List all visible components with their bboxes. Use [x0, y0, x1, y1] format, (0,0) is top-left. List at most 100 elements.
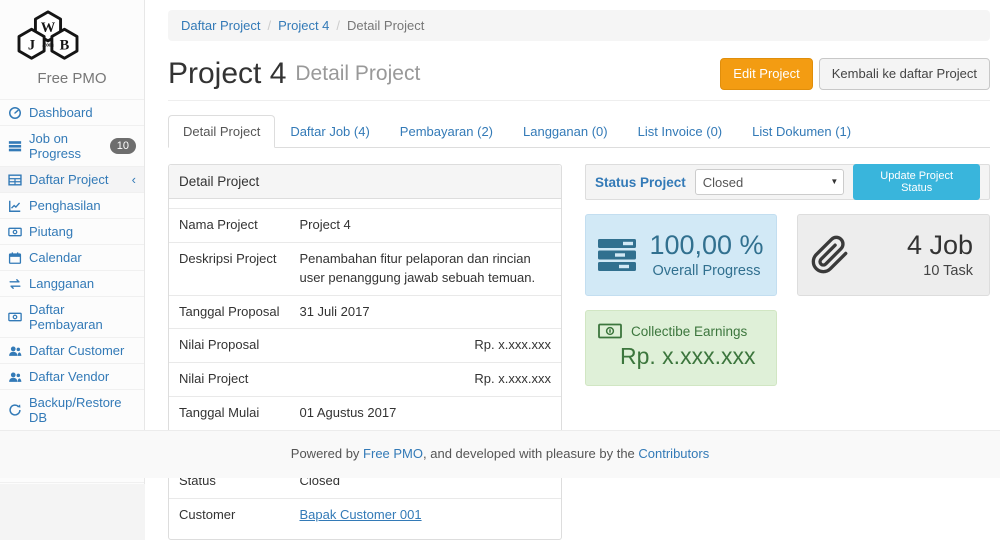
overall-progress-value: 100,00 % [649, 231, 763, 261]
jwb-logo: W J B .com [0, 0, 144, 66]
row-label: Customer [169, 498, 289, 531]
sidebar-item-daftar-customer[interactable]: Daftar Customer [0, 338, 144, 364]
money-icon [598, 323, 622, 339]
row-value: 01 Agustus 2017 [289, 397, 561, 431]
earnings-caption: Collectibe Earnings [631, 324, 747, 339]
table-row: Nilai Proposal Rp. x.xxx.xxx [169, 329, 561, 363]
tab-bar: Detail Project Daftar Job (4) Pembayaran… [168, 115, 990, 148]
sidebar-item-calendar[interactable]: Calendar [0, 245, 144, 271]
breadcrumb: Daftar Project Project 4 Detail Project [168, 10, 990, 41]
sidebar-item-label: Job on Progress [29, 131, 103, 161]
exchange-icon [8, 277, 22, 291]
chevron-left-icon [132, 173, 136, 186]
footer-text: , and developed with pleasure by the [423, 446, 638, 461]
sidebar-item-job-on-progress[interactable]: Job on Progress 10 [0, 126, 144, 167]
sidebar-item-daftar-pembayaran[interactable]: Daftar Pembayaran [0, 297, 144, 338]
job-count-value: 4 Job [907, 231, 973, 261]
table-row: Customer Bapak Customer 001 [169, 498, 561, 531]
tab-langganan[interactable]: Langganan (0) [508, 115, 623, 148]
row-value: Rp. x.xxx.xxx [289, 363, 561, 397]
tab-list-invoice[interactable]: List Invoice (0) [623, 115, 738, 148]
sidebar-item-daftar-project[interactable]: Daftar Project [0, 167, 144, 193]
status-project-label: Status Project [595, 175, 686, 190]
breadcrumb-link-project-4[interactable]: Project 4 [278, 18, 329, 33]
content-columns: Detail Project Nama Project Project 4 De… [168, 164, 990, 540]
sidebar-item-label: Daftar Pembayaran [29, 302, 136, 332]
row-label: Nilai Project [169, 363, 289, 397]
page-header: Project 4 Detail Project Edit Project Ke… [168, 57, 990, 101]
logo-letter-b: B [60, 38, 70, 54]
edit-project-button[interactable]: Edit Project [720, 58, 812, 90]
table-row: Tanggal Proposal 31 Juli 2017 [169, 295, 561, 329]
page-subtitle: Detail Project [295, 62, 420, 86]
sidebar-item-dashboard[interactable]: Dashboard [0, 99, 144, 126]
breadcrumb-separator [329, 18, 347, 33]
table-row: Tanggal Mulai 01 Agustus 2017 [169, 397, 561, 431]
calendar-icon [8, 251, 22, 265]
table-icon [8, 173, 22, 187]
sidebar-item-langganan[interactable]: Langganan [0, 271, 144, 297]
footer: Powered by Free PMO, and developed with … [0, 430, 1000, 478]
status-select-wrap: Closed [695, 169, 845, 195]
logo-letter-w: W [41, 20, 56, 36]
sidebar-item-backup-restore-db[interactable]: Backup/Restore DB [0, 390, 144, 431]
sidebar-item-piutang[interactable]: Piutang [0, 219, 144, 245]
detail-project-panel: Detail Project Nama Project Project 4 De… [168, 164, 562, 540]
back-to-project-list-button[interactable]: Kembali ke daftar Project [819, 58, 990, 90]
earnings-value: Rp. x.xxx.xxx [598, 343, 764, 370]
overall-progress-box: 100,00 % Overall Progress [585, 214, 777, 296]
sidebar-item-label: Piutang [29, 224, 73, 239]
collectible-earnings-box: Collectibe Earnings Rp. x.xxx.xxx [585, 310, 777, 386]
logo-dotcom: .com [42, 43, 54, 49]
customer-link[interactable]: Bapak Customer 001 [299, 507, 421, 522]
line-chart-icon [8, 199, 22, 213]
sidebar-item-daftar-vendor[interactable]: Daftar Vendor [0, 364, 144, 390]
sidebar-item-label: Calendar [29, 250, 82, 265]
job-count-box: 4 Job 10 Task [797, 214, 990, 296]
status-project-select[interactable]: Closed [695, 169, 845, 195]
detail-column: Detail Project Nama Project Project 4 De… [168, 164, 562, 540]
sidebar-item-label: Daftar Project [29, 172, 108, 187]
page-title: Project 4 [168, 57, 286, 91]
row-value: Project 4 [289, 209, 561, 243]
panel-title: Detail Project [169, 165, 561, 199]
jwb-hexagons-logo-icon: W J B .com [0, 8, 96, 66]
job-count-badge: 10 [110, 138, 136, 154]
sidebar-item-label: Penghasilan [29, 198, 101, 213]
dashboard-icon [8, 106, 22, 120]
free-pmo-link[interactable]: Free PMO [363, 446, 423, 461]
tasks-icon [598, 237, 638, 273]
sidebar-item-label: Dashboard [29, 105, 93, 120]
table-row: Deskripsi Project Penambahan fitur pelap… [169, 242, 561, 295]
detail-table: Nama Project Project 4 Deskripsi Project… [169, 208, 561, 531]
summary-column: Status Project Closed Update Project Sta… [585, 164, 990, 540]
money-icon [8, 225, 22, 239]
tab-pembayaran[interactable]: Pembayaran (2) [385, 115, 508, 148]
paperclip-icon [810, 233, 850, 277]
footer-text: Powered by [291, 446, 363, 461]
update-project-status-button[interactable]: Update Project Status [853, 164, 980, 200]
row-value: Penambahan fitur pelaporan dan rincian u… [289, 242, 561, 295]
sidebar-item-label: Daftar Customer [29, 343, 124, 358]
contributors-link[interactable]: Contributors [638, 446, 709, 461]
brand-name: Free PMO [0, 70, 144, 87]
sidebar-item-label: Langganan [29, 276, 94, 291]
tab-detail-project[interactable]: Detail Project [168, 115, 275, 148]
tab-list-dokumen[interactable]: List Dokumen (1) [737, 115, 866, 148]
summary-boxes-row: 100,00 % Overall Progress 4 Job 10 Task [585, 214, 990, 296]
row-label: Tanggal Mulai [169, 397, 289, 431]
sidebar-nav: Dashboard Job on Progress 10 Daftar Proj… [0, 99, 144, 483]
header-actions: Edit Project Kembali ke daftar Project [720, 58, 990, 90]
row-value: 31 Juli 2017 [289, 295, 561, 329]
breadcrumb-current: Detail Project [347, 18, 424, 33]
users-icon [8, 370, 22, 384]
logo-letter-j: J [28, 38, 35, 54]
row-label: Deskripsi Project [169, 242, 289, 295]
table-row: Nama Project Project 4 [169, 209, 561, 243]
status-project-bar: Status Project Closed Update Project Sta… [585, 164, 990, 200]
tab-daftar-job[interactable]: Daftar Job (4) [275, 115, 384, 148]
sidebar: W J B .com Free PMO Dashboard Job on Pro… [0, 0, 145, 484]
task-count-caption: 10 Task [907, 263, 973, 279]
breadcrumb-link-daftar-project[interactable]: Daftar Project [181, 18, 260, 33]
sidebar-item-penghasilan[interactable]: Penghasilan [0, 193, 144, 219]
